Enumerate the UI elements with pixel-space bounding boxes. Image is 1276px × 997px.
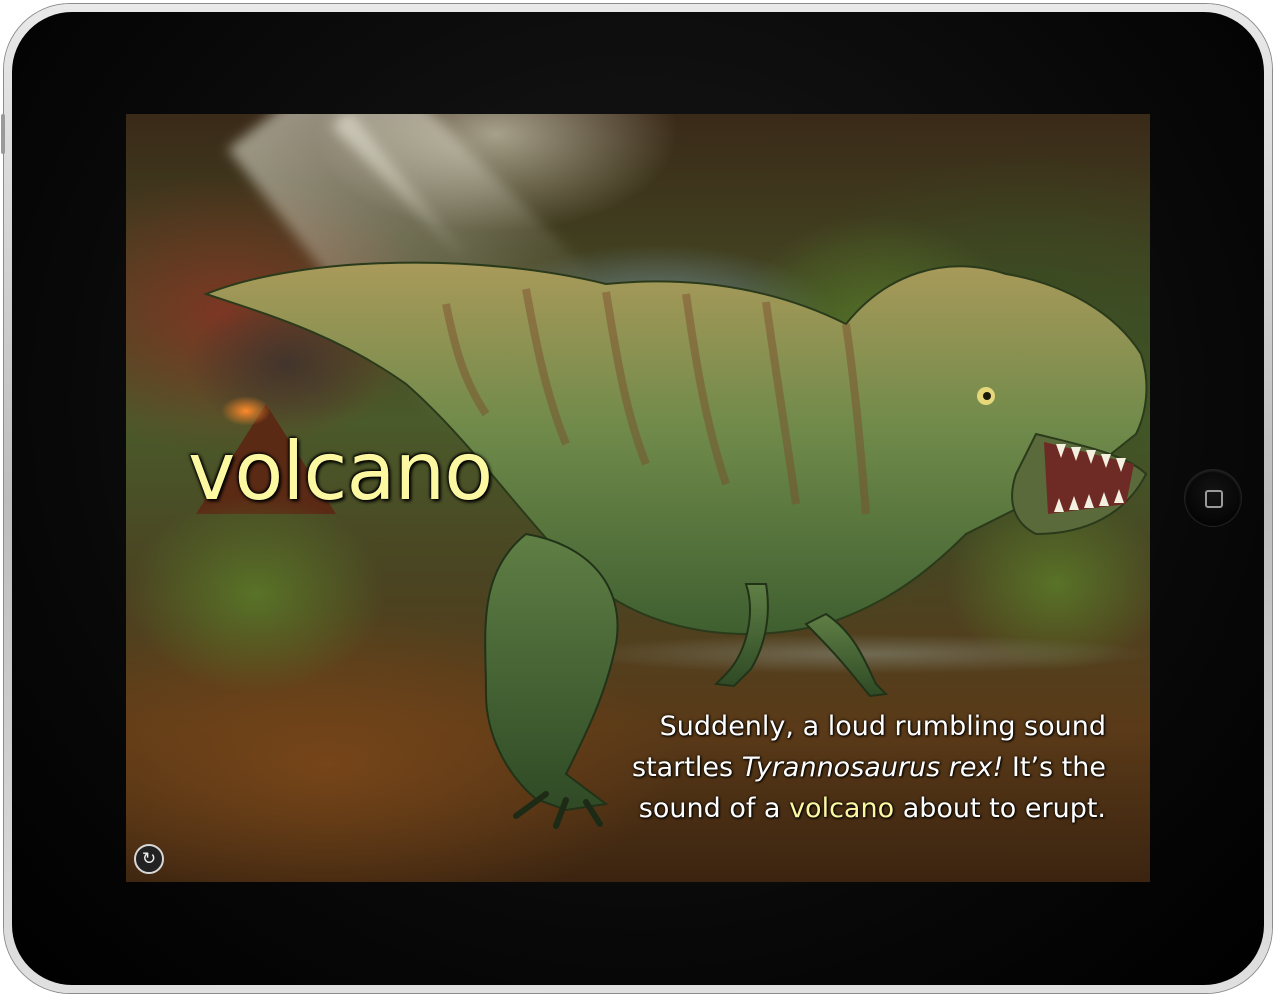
replay-button[interactable]: ↻ bbox=[134, 844, 164, 874]
vocabulary-word-title[interactable]: volcano bbox=[188, 432, 493, 512]
story-text: Suddenly, a loud rumbling sound startles… bbox=[526, 706, 1106, 829]
story-line-part: sound of a bbox=[638, 793, 790, 824]
replay-arrow-icon: ↻ bbox=[141, 849, 157, 869]
side-switch bbox=[1, 114, 5, 154]
story-line-part: startles bbox=[632, 752, 742, 783]
book-page-screen[interactable]: volcano Suddenly, a loud rumbling sound … bbox=[126, 114, 1150, 882]
home-button[interactable] bbox=[1185, 470, 1241, 526]
story-line-part: about to erupt. bbox=[894, 793, 1106, 824]
story-line-part: It’s the bbox=[1003, 752, 1106, 783]
story-line: Suddenly, a loud rumbling sound bbox=[659, 711, 1106, 742]
home-square-icon bbox=[1205, 490, 1223, 508]
highlighted-vocabulary-word[interactable]: volcano bbox=[789, 793, 894, 824]
species-name-italic: Tyrannosaurus rex! bbox=[741, 752, 1004, 783]
